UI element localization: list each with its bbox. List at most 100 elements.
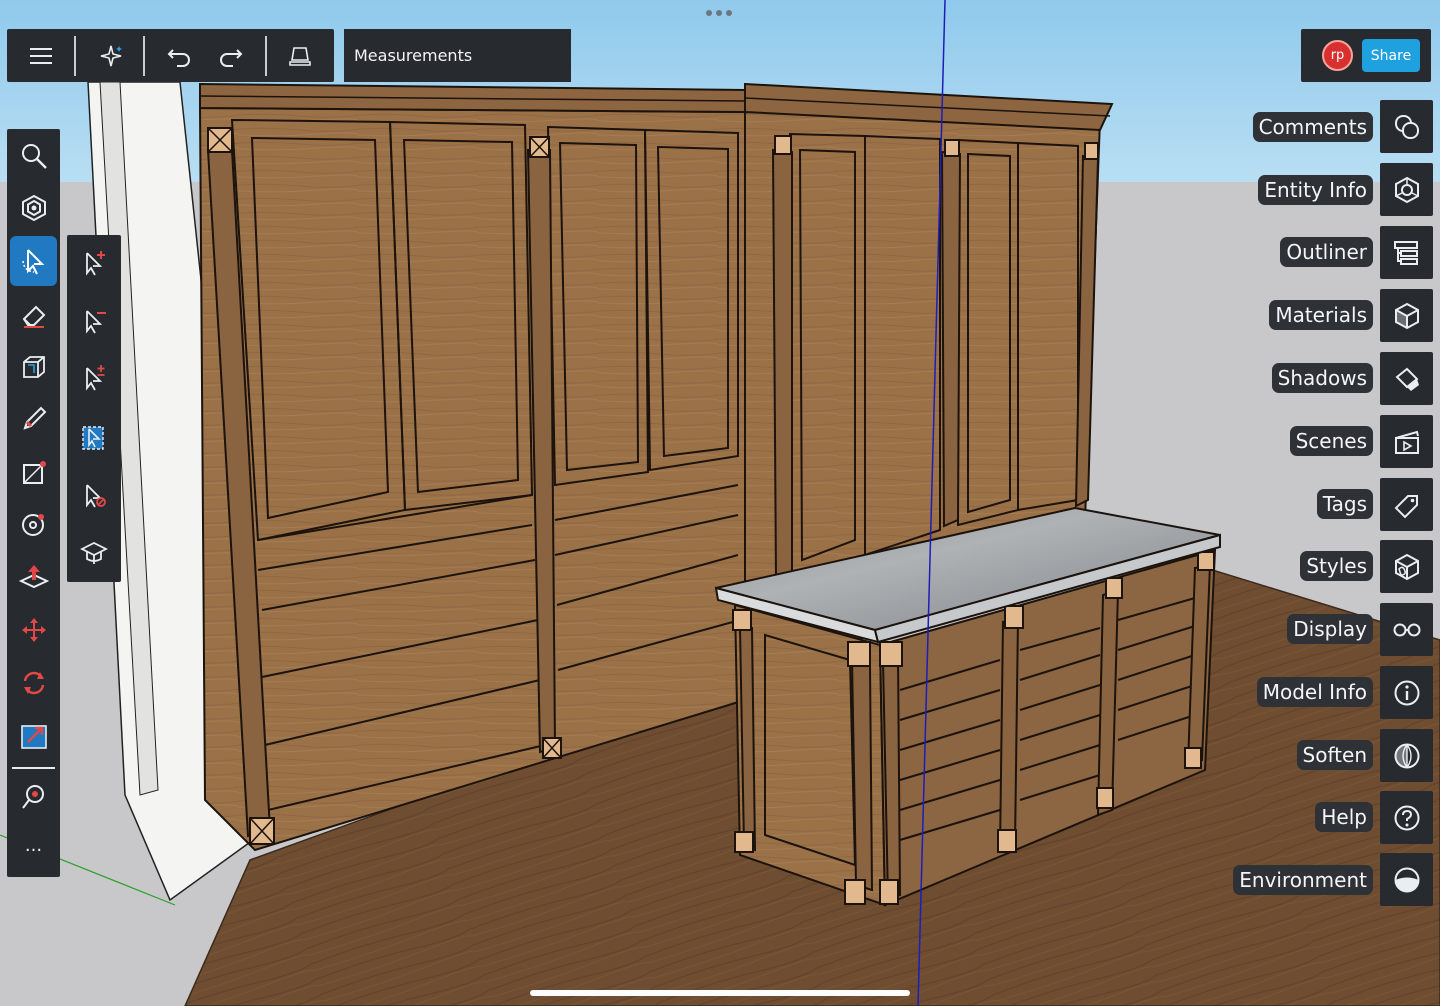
help-button[interactable] — [1380, 791, 1433, 844]
menu-button[interactable] — [15, 29, 67, 82]
redo-icon — [219, 45, 243, 67]
select-clear-tool[interactable] — [67, 469, 121, 521]
environment-button[interactable] — [1380, 853, 1433, 906]
display-button[interactable] — [1380, 603, 1433, 656]
avatar[interactable]: rp — [1322, 40, 1353, 71]
share-button[interactable]: Share — [1362, 39, 1420, 72]
divider — [12, 767, 55, 769]
pencil-tool[interactable] — [7, 394, 60, 444]
select-icon — [20, 247, 48, 275]
panel-label-help[interactable]: Help — [1315, 802, 1373, 832]
select-toggle-icon — [79, 364, 109, 392]
select-subtract-tool[interactable] — [67, 295, 121, 347]
share-bar: rp Share — [1301, 29, 1431, 82]
left-tool-palette: ··· — [7, 129, 60, 877]
comments-button[interactable] — [1380, 100, 1433, 153]
panel-label-environment[interactable]: Environment — [1233, 865, 1373, 895]
comments-icon — [1393, 113, 1421, 141]
panel-label-model-info[interactable]: Model Info — [1256, 677, 1373, 707]
redo-button[interactable] — [205, 29, 257, 82]
entity-info-button[interactable] — [1380, 163, 1433, 216]
styles-button[interactable] — [1380, 540, 1433, 593]
learn-icon — [80, 540, 108, 566]
divider — [74, 36, 76, 76]
tape-measure-icon — [20, 783, 48, 811]
search-icon — [20, 142, 48, 170]
shadows-icon — [1393, 365, 1421, 393]
select-clear-icon — [79, 481, 109, 509]
shadows-button[interactable] — [1380, 352, 1433, 405]
pencil-icon — [20, 405, 48, 433]
panel-label-shadows[interactable]: Shadows — [1271, 363, 1373, 393]
scale-icon — [20, 722, 48, 750]
panel-label-soften[interactable]: Soften — [1296, 740, 1373, 770]
select-add-tool[interactable] — [67, 237, 121, 289]
display-mode-button[interactable] — [274, 29, 326, 82]
rectangle-tool[interactable] — [7, 447, 60, 497]
more-icon: ··· — [24, 839, 43, 861]
panel-label-tags[interactable]: Tags — [1316, 489, 1373, 519]
search-tool[interactable] — [7, 131, 60, 181]
more-tools-button[interactable]: ··· — [7, 825, 60, 875]
divider — [265, 36, 267, 76]
push-pull-icon — [18, 563, 49, 591]
panel-label-outliner[interactable]: Outliner — [1280, 237, 1373, 267]
select-subtract-icon — [79, 307, 109, 335]
panel-label-display[interactable]: Display — [1287, 614, 1373, 644]
circle-icon — [20, 510, 48, 538]
sparkle-icon — [98, 43, 124, 69]
orbit-tool[interactable] — [7, 183, 60, 233]
main-toolbar — [7, 29, 334, 82]
rotate-icon — [20, 669, 48, 697]
tape-measure-tool[interactable] — [7, 772, 60, 822]
scenes-icon — [1393, 428, 1421, 456]
scale-tool[interactable] — [7, 711, 60, 761]
box-tool[interactable] — [7, 342, 60, 392]
panel-label-styles[interactable]: Styles — [1300, 551, 1373, 581]
select-add-icon — [79, 249, 109, 277]
push-pull-tool[interactable] — [7, 552, 60, 602]
outliner-button[interactable] — [1380, 226, 1433, 279]
model-info-icon — [1393, 679, 1421, 707]
model-viewport[interactable] — [0, 0, 1440, 1006]
select-tool[interactable] — [10, 236, 57, 286]
drag-handle[interactable] — [706, 10, 736, 20]
eraser-icon — [20, 301, 48, 329]
tags-icon — [1393, 491, 1421, 519]
display-mode-icon — [289, 46, 311, 66]
display-icon — [1392, 620, 1422, 640]
scenes-button[interactable] — [1380, 415, 1433, 468]
select-subtool-palette — [67, 235, 121, 582]
panel-label-scenes[interactable]: Scenes — [1289, 426, 1373, 456]
home-indicator[interactable] — [530, 990, 910, 996]
materials-button[interactable] — [1380, 289, 1433, 342]
panel-label-entity-info[interactable]: Entity Info — [1258, 175, 1373, 205]
panel-label-comments[interactable]: Comments — [1252, 112, 1373, 142]
eraser-tool[interactable] — [7, 290, 60, 340]
sparkle-button[interactable] — [85, 29, 137, 82]
move-icon — [20, 616, 48, 644]
menu-icon — [29, 47, 53, 65]
rectangle-icon — [20, 458, 48, 486]
circle-tool[interactable] — [7, 499, 60, 549]
select-toggle-tool[interactable] — [67, 352, 121, 404]
tags-button[interactable] — [1380, 478, 1433, 531]
environment-icon — [1393, 866, 1421, 894]
rotate-tool[interactable] — [7, 658, 60, 708]
help-icon — [1393, 804, 1421, 832]
soften-button[interactable] — [1380, 729, 1433, 782]
select-box-icon — [79, 423, 109, 451]
undo-icon — [167, 45, 191, 67]
entity-info-icon — [1393, 176, 1421, 204]
model-info-button[interactable] — [1380, 666, 1433, 719]
learn-tool[interactable] — [67, 527, 121, 579]
panel-label-materials[interactable]: Materials — [1269, 300, 1373, 330]
soften-icon — [1393, 742, 1421, 770]
measurements-box[interactable]: Measurements — [344, 29, 571, 82]
select-box-tool[interactable] — [67, 411, 121, 463]
box-icon — [20, 353, 48, 381]
styles-icon — [1393, 553, 1421, 581]
move-tool[interactable] — [7, 605, 60, 655]
orbit-icon — [20, 194, 48, 222]
undo-button[interactable] — [153, 29, 205, 82]
